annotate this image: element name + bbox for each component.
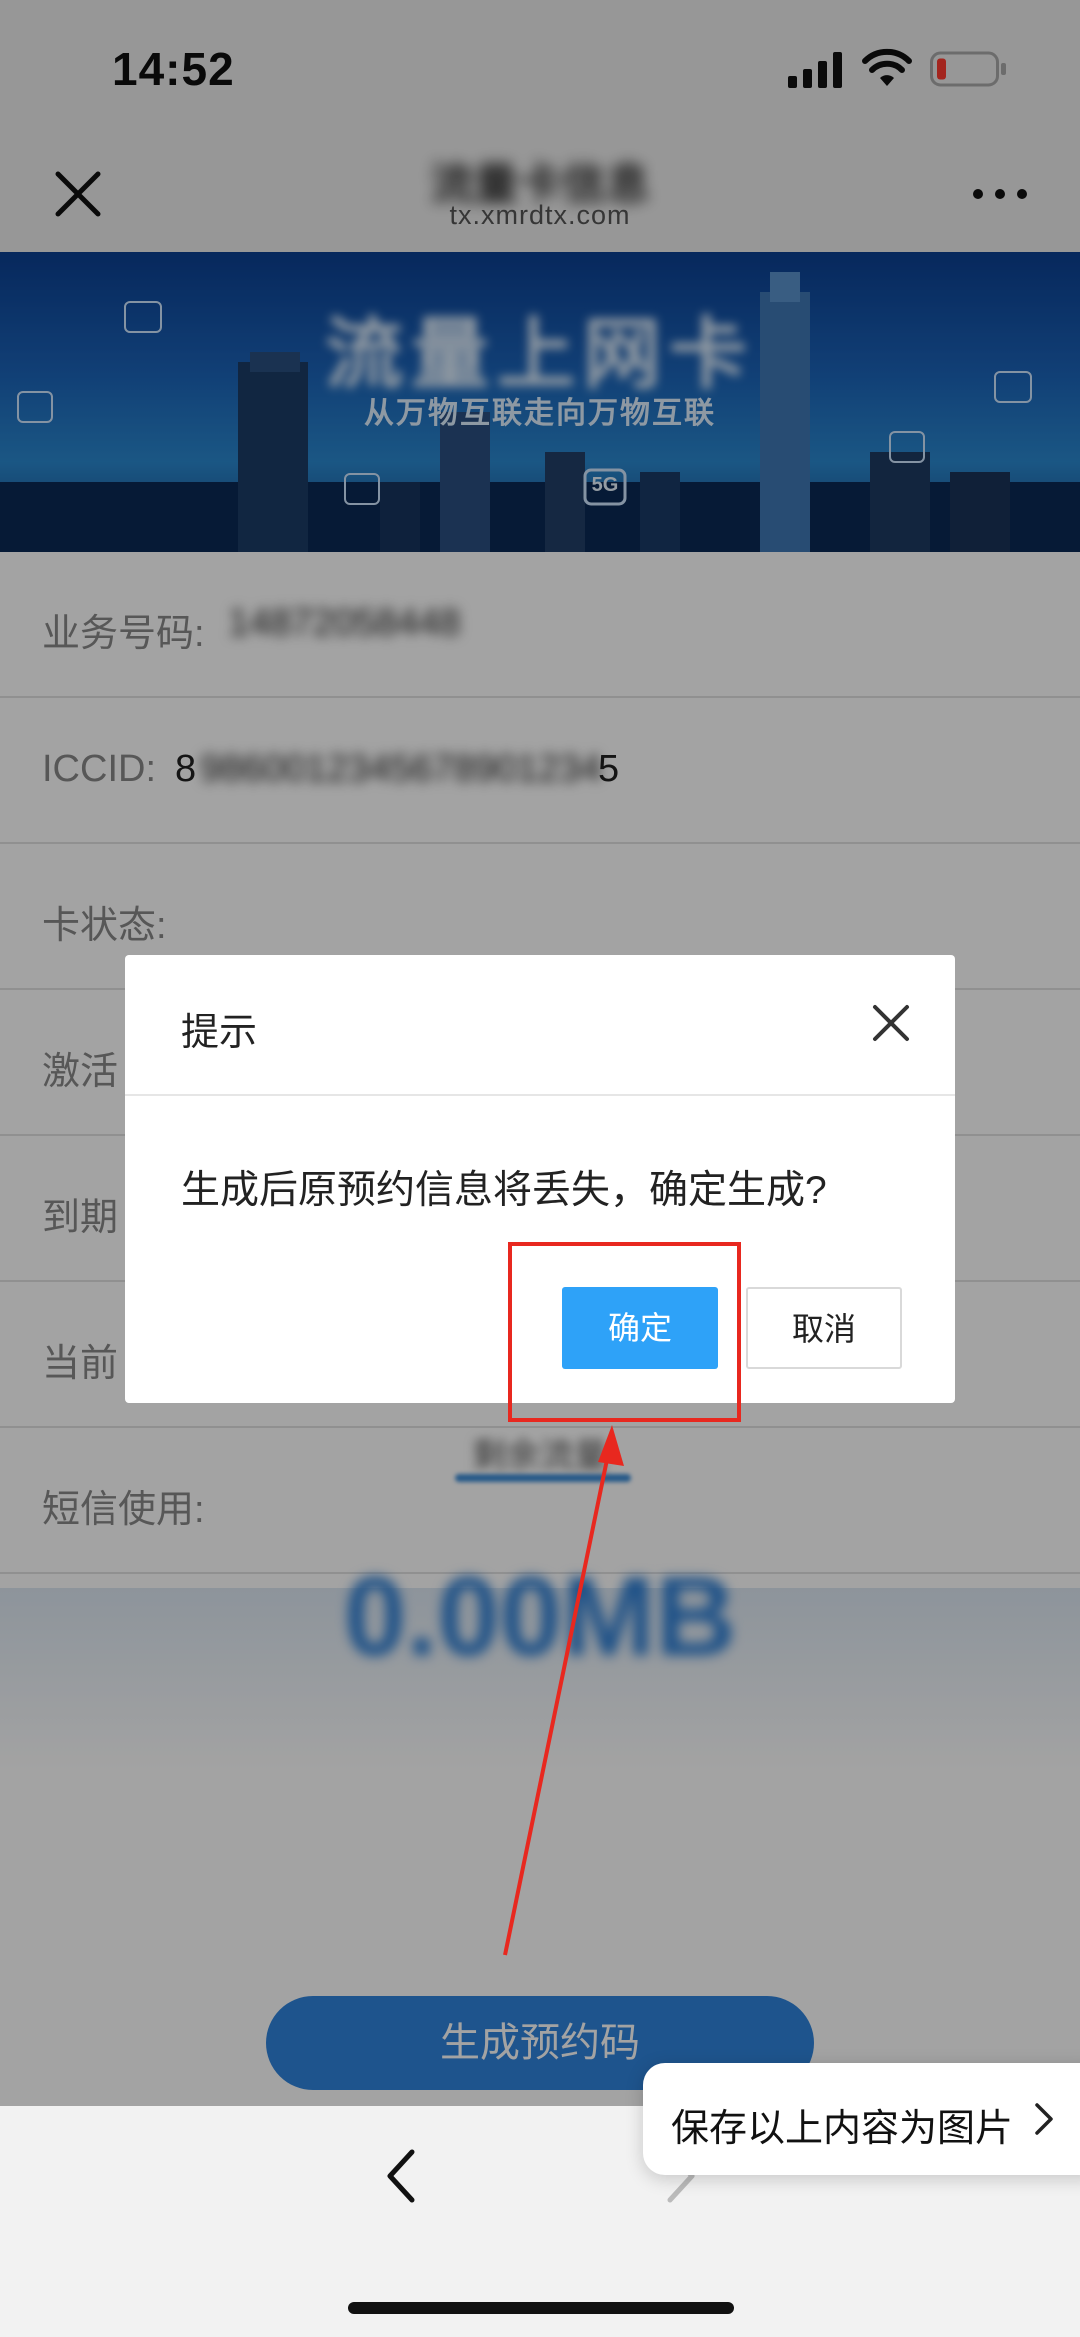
save-as-image-button[interactable]: 保存以上内容为图片 [643, 2063, 1080, 2175]
dialog-message: 生成后原预约信息将丢失，确定生成? [181, 1169, 827, 1212]
dialog-divider [125, 1094, 955, 1096]
home-indicator[interactable] [348, 2302, 734, 2314]
save-as-image-label: 保存以上内容为图片 [671, 2108, 1014, 2150]
dialog-title: 提示 [181, 1012, 258, 1054]
cancel-button[interactable]: 取消 [746, 1287, 902, 1369]
chevron-right-icon [1035, 2103, 1053, 2135]
back-arrow-icon[interactable] [382, 2146, 422, 2206]
close-icon[interactable] [869, 1001, 913, 1045]
annotation-highlight-box [508, 1242, 741, 1422]
